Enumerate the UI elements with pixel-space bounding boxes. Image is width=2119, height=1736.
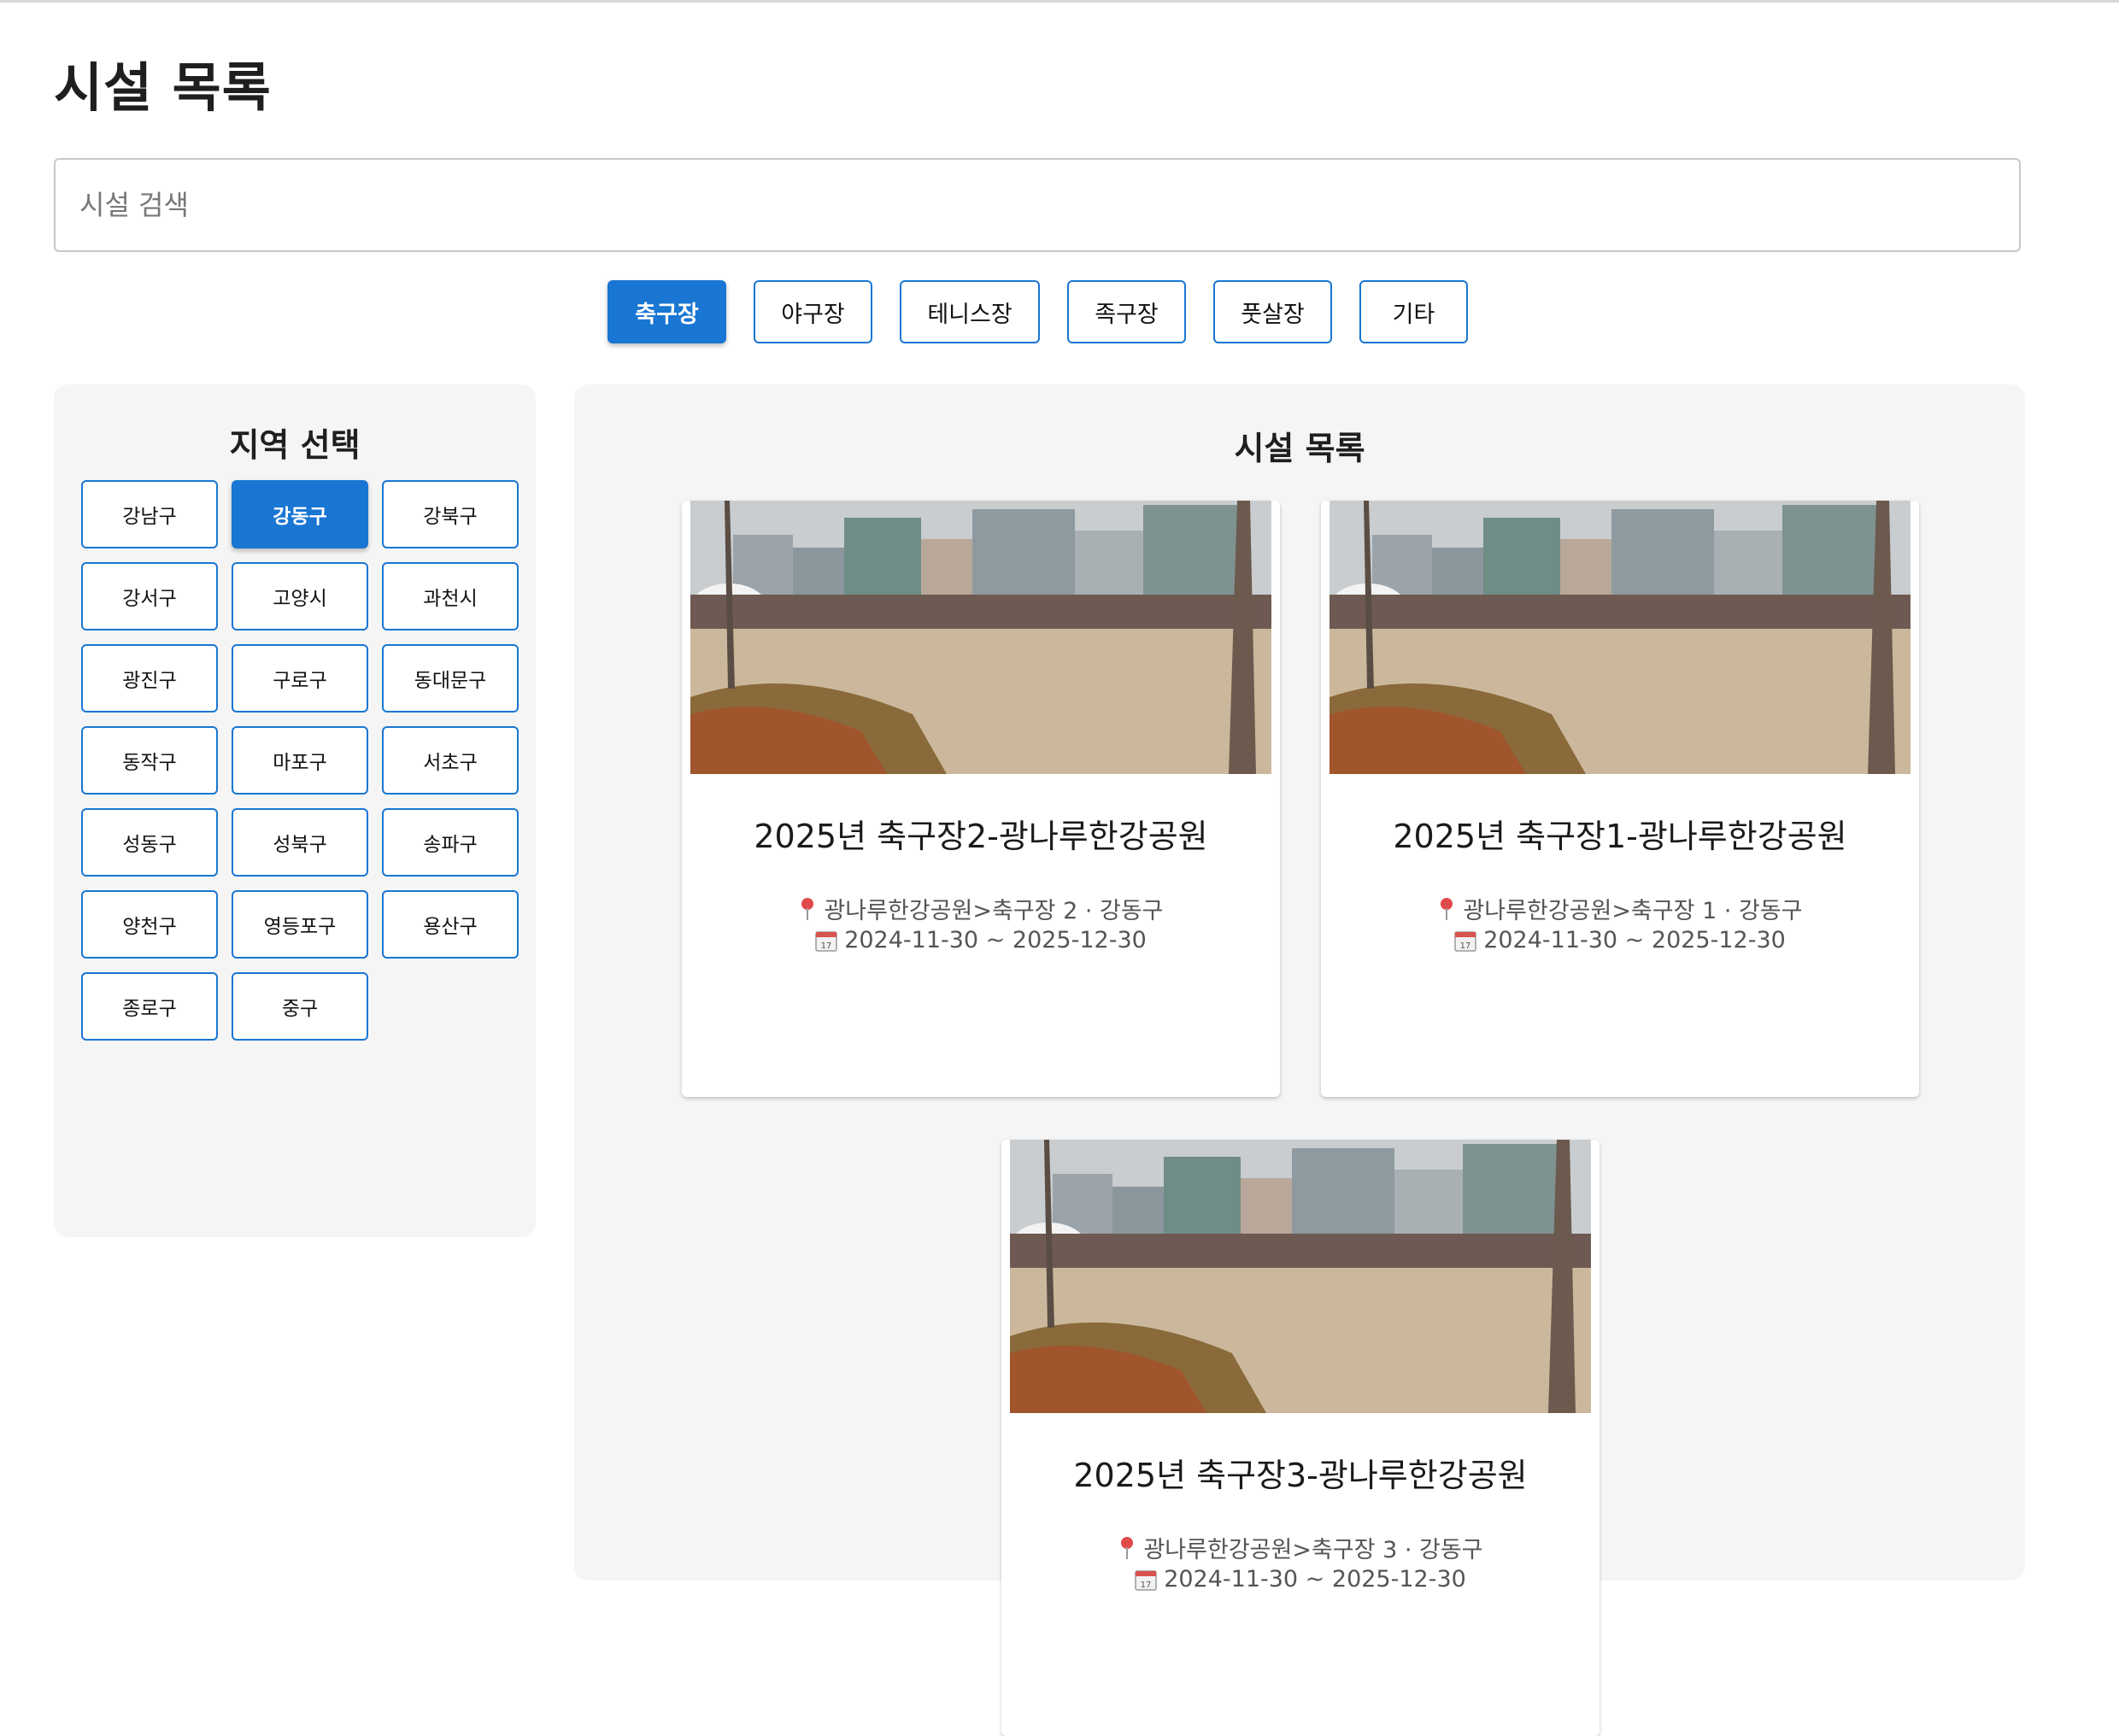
region-button[interactable]: 구로구 — [232, 644, 368, 713]
region-panel: 지역 선택 강남구 강동구 강북구 강서구 고양시 과천시 광진구 구로구 동대… — [54, 384, 536, 1237]
calendar-icon: 17 — [1454, 930, 1476, 952]
category-button-baseball[interactable]: 야구장 — [754, 280, 872, 343]
region-button[interactable]: 송파구 — [382, 808, 519, 877]
svg-text:17: 17 — [1460, 941, 1471, 951]
facility-name: 2025년 축구장3-광나루한강공원 — [1073, 1457, 1528, 1494]
region-button[interactable]: 마포구 — [232, 726, 368, 795]
facility-list-title: 시설 목록 — [1234, 430, 1365, 467]
region-button[interactable]: 중구 — [232, 972, 368, 1041]
facility-photo — [690, 501, 1271, 774]
facility-photo — [1330, 501, 1911, 774]
region-button[interactable]: 강서구 — [81, 562, 218, 630]
region-button[interactable]: 동대문구 — [382, 644, 519, 713]
top-divider — [0, 0, 2119, 3]
facility-card[interactable]: 2025년 축구장1-광나루한강공원 광나루한강공원>축구장 1 · 강동구 1… — [1321, 501, 1919, 1097]
region-button[interactable]: 양천구 — [81, 890, 218, 959]
page-title: 시설 목록 — [54, 56, 272, 119]
search-input[interactable] — [54, 158, 2021, 252]
region-button[interactable]: 고양시 — [232, 562, 368, 630]
facility-period-text: 2024-11-30 ~ 2025-12-30 — [1483, 927, 1786, 953]
map-pin-icon — [1118, 1535, 1136, 1561]
region-button[interactable]: 서초구 — [382, 726, 519, 795]
facility-period: 17 2024-11-30 ~ 2025-12-30 — [682, 927, 1280, 953]
facility-location: 광나루한강공원>축구장 1 · 강동구 — [1321, 892, 1919, 925]
facility-name: 2025년 축구장1-광나루한강공원 — [1393, 818, 1847, 855]
facility-card[interactable]: 2025년 축구장3-광나루한강공원 광나루한강공원>축구장 3 · 강동구 1… — [1001, 1140, 1600, 1736]
facility-location: 광나루한강공원>축구장 3 · 강동구 — [1001, 1531, 1600, 1564]
region-button[interactable]: 용산구 — [382, 890, 519, 959]
region-button[interactable]: 과천시 — [382, 562, 519, 630]
region-button[interactable]: 성북구 — [232, 808, 368, 877]
svg-text:17: 17 — [821, 941, 832, 951]
region-button[interactable]: 강남구 — [81, 480, 218, 548]
region-button[interactable]: 강북구 — [382, 480, 519, 548]
region-button[interactable]: 종로구 — [81, 972, 218, 1041]
region-button-selected[interactable]: 강동구 — [232, 480, 368, 548]
region-button[interactable]: 광진구 — [81, 644, 218, 713]
region-button[interactable]: 성동구 — [81, 808, 218, 877]
facility-period: 17 2024-11-30 ~ 2025-12-30 — [1001, 1566, 1600, 1592]
region-button[interactable]: 영등포구 — [232, 890, 368, 959]
region-button[interactable]: 동작구 — [81, 726, 218, 795]
svg-text:17: 17 — [1141, 1581, 1152, 1590]
facility-list-panel: 시설 목록 2025년 축구장2-광나루한강공원 광나루한강공원>축구장 2 ·… — [574, 384, 2025, 1736]
facility-card[interactable]: 2025년 축구장2-광나루한강공원 광나루한강공원>축구장 2 · 강동구 1… — [682, 501, 1280, 1097]
facility-location-text: 광나루한강공원>축구장 1 · 강동구 — [1463, 898, 1803, 924]
facility-location-text: 광나루한강공원>축구장 2 · 강동구 — [824, 898, 1164, 924]
region-panel-title: 지역 선택 — [229, 426, 361, 464]
facility-photo — [1010, 1140, 1591, 1413]
category-button-futsal[interactable]: 풋살장 — [1213, 280, 1332, 343]
map-pin-icon — [1437, 896, 1456, 922]
facility-location-text: 광나루한강공원>축구장 3 · 강동구 — [1143, 1537, 1483, 1563]
facility-period-text: 2024-11-30 ~ 2025-12-30 — [1164, 1566, 1466, 1592]
category-button-tennis[interactable]: 테니스장 — [900, 280, 1040, 343]
calendar-icon: 17 — [1135, 1569, 1157, 1591]
category-button-jokgu[interactable]: 족구장 — [1067, 280, 1186, 343]
facility-location: 광나루한강공원>축구장 2 · 강동구 — [682, 892, 1280, 925]
facility-period-text: 2024-11-30 ~ 2025-12-30 — [844, 927, 1147, 953]
facility-period: 17 2024-11-30 ~ 2025-12-30 — [1321, 927, 1919, 953]
category-filter-bar: 축구장 야구장 테니스장 족구장 풋살장 기타 — [0, 280, 2119, 345]
calendar-icon: 17 — [815, 930, 837, 952]
category-button-other[interactable]: 기타 — [1359, 280, 1468, 343]
facility-name: 2025년 축구장2-광나루한강공원 — [754, 818, 1208, 855]
map-pin-icon — [798, 896, 817, 922]
category-button-soccer[interactable]: 축구장 — [608, 280, 726, 343]
